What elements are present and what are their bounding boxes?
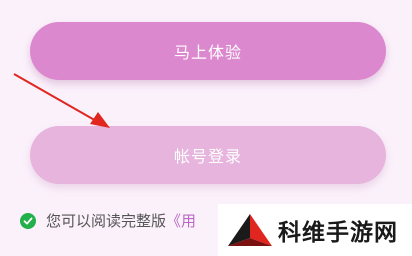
triangle-logo-icon xyxy=(228,214,272,246)
watermark-text: 科维手游网 xyxy=(278,220,398,246)
account-login-button[interactable]: 帐号登录 xyxy=(30,126,386,184)
check-circle-icon[interactable] xyxy=(20,212,36,229)
account-login-label: 帐号登录 xyxy=(173,147,242,166)
try-now-button[interactable]: 马上体验 xyxy=(30,22,386,80)
watermark: 科维手游网 xyxy=(218,204,412,256)
agreement-text: 您可以阅读完整版 xyxy=(46,212,167,230)
try-now-label: 马上体验 xyxy=(173,43,242,62)
agreement-row: 您可以阅读完整版 《用 xyxy=(20,210,196,231)
agreement-link[interactable]: 《用 xyxy=(166,210,196,231)
